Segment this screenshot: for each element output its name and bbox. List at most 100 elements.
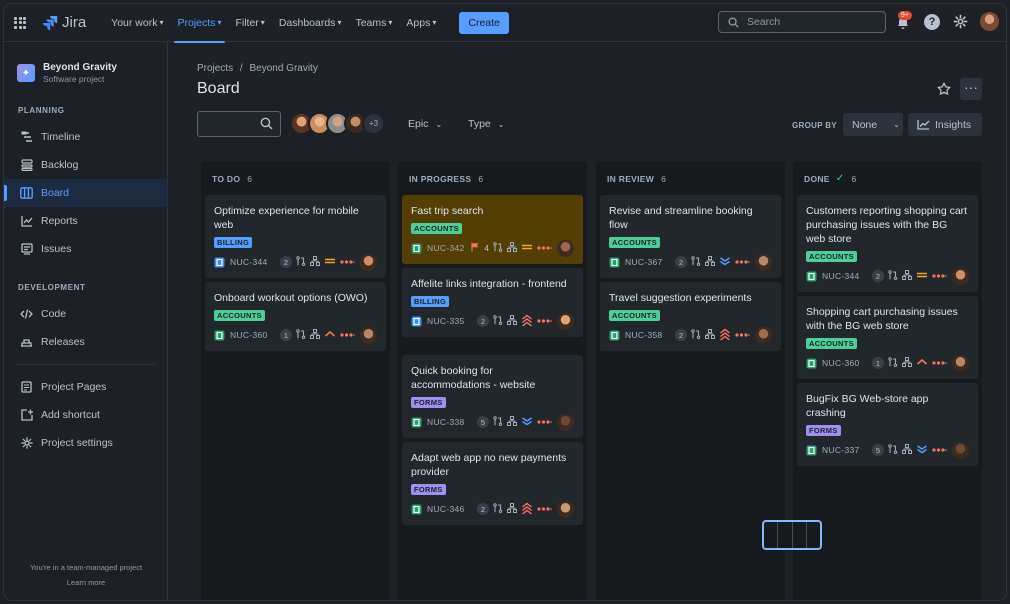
type-filter[interactable]: Type ⌄: [468, 114, 504, 134]
issue-key[interactable]: NUC-360: [230, 330, 268, 340]
story-points-badge: 2: [872, 270, 884, 282]
issue-key[interactable]: NUC-337: [822, 445, 860, 455]
breadcrumb-projects-link[interactable]: Projects: [197, 63, 233, 74]
issue-key[interactable]: NUC-344: [230, 257, 268, 267]
issue-card[interactable]: BugFix BG Web-store app crashing FORMS NUC…: [797, 383, 978, 466]
create-button[interactable]: Create: [459, 11, 509, 34]
subtasks-icon: [507, 315, 517, 327]
issue-key[interactable]: NUC-367: [625, 257, 663, 267]
group-by-select[interactable]: None ⌄: [843, 113, 903, 136]
priority-lowest-icon: [719, 256, 731, 268]
issue-card[interactable]: Customers reporting shopping cart purcha…: [797, 195, 978, 292]
status-dots-icon: [537, 316, 552, 326]
issue-card[interactable]: Adapt web app no new payments provider FO…: [402, 442, 583, 525]
epic-tag: ACCOUNTS: [806, 338, 857, 349]
status-dots-icon: [340, 330, 355, 340]
nav-label: Projects: [177, 16, 216, 29]
issue-key[interactable]: NUC-342: [427, 243, 465, 253]
nav-apps[interactable]: Apps ▾: [399, 4, 443, 42]
card-title: Travel suggestion experiments: [609, 292, 752, 304]
assignee-avatar[interactable]: [360, 326, 377, 344]
sidebar-item-board[interactable]: Board: [4, 179, 167, 207]
assignee-avatar[interactable]: [755, 253, 772, 271]
project-name: Beyond Gravity: [43, 62, 117, 73]
insights-button[interactable]: Insights: [908, 113, 982, 136]
assignee-avatar[interactable]: [557, 500, 574, 518]
global-search-input[interactable]: Search: [718, 11, 886, 33]
issue-card[interactable]: Travel suggestion experiments ACCOUNTS NUC…: [600, 282, 781, 351]
issue-card[interactable]: Fast trip search ACCOUNTS NUC-342 4: [402, 195, 583, 264]
story-type-icon: [806, 358, 817, 368]
jira-logo[interactable]: Jira: [42, 14, 86, 31]
story-type-icon: [411, 504, 422, 514]
issue-card[interactable]: Shopping cart purchasing issues with the…: [797, 296, 978, 379]
issue-card[interactable]: Affelite links integration - frontend BIL…: [402, 268, 583, 337]
issue-key[interactable]: NUC-346: [427, 504, 465, 514]
planning-section-label: PLANNING: [18, 106, 65, 115]
pull-request-icon: [691, 256, 701, 268]
project-header[interactable]: ✦ Beyond Gravity Software project: [17, 62, 167, 84]
story-points-badge: 5: [477, 416, 489, 428]
more-actions-icon[interactable]: ···: [960, 78, 982, 100]
breadcrumb-project-link[interactable]: Beyond Gravity: [249, 63, 317, 74]
nav-teams[interactable]: Teams ▾: [348, 4, 399, 42]
assignee-avatar[interactable]: [557, 312, 574, 330]
epic-filter-label: Epic: [408, 118, 429, 130]
assignee-avatar[interactable]: [952, 441, 969, 459]
nav-filter[interactable]: Filter ▾: [228, 4, 271, 42]
assignee-avatar[interactable]: [755, 326, 772, 344]
sidebar-item-label: Code: [41, 308, 67, 320]
sidebar-item-issues[interactable]: Issues: [4, 235, 167, 263]
star-icon[interactable]: [937, 82, 953, 98]
nav-dashboards[interactable]: Dashboards ▾: [272, 4, 349, 42]
issue-key[interactable]: NUC-360: [822, 358, 860, 368]
more-assignees-avatar[interactable]: +3: [362, 112, 385, 135]
nav-your-work[interactable]: Your work ▾: [104, 4, 170, 42]
epic-tag: ACCOUNTS: [411, 223, 462, 234]
app-switcher-icon[interactable]: [14, 16, 26, 29]
sidebar-item-label: Releases: [41, 336, 85, 348]
issue-card[interactable]: Revise and streamline booking flow ACCOUN…: [600, 195, 781, 278]
settings-gear-icon[interactable]: [952, 14, 968, 30]
sidebar-item-backlog[interactable]: Backlog: [4, 151, 167, 179]
issue-card[interactable]: Quick booking for accommodations - websi…: [402, 355, 583, 438]
pages-icon: [20, 381, 33, 394]
epic-filter[interactable]: Epic ⌄: [408, 114, 442, 134]
pull-request-icon: [296, 329, 306, 341]
sidebar-item-reports[interactable]: Reports: [4, 207, 167, 235]
sidebar-item-timeline[interactable]: Timeline: [4, 123, 167, 151]
board-layout-panel[interactable]: [762, 520, 822, 550]
priority-highest-icon: [521, 502, 533, 516]
assignee-avatar[interactable]: [557, 239, 574, 257]
sidebar-item-project-pages[interactable]: Project Pages: [4, 373, 167, 401]
issue-card[interactable]: Optimize experience for mobile web BILLIN…: [205, 195, 386, 278]
card-meta: 5: [872, 441, 969, 459]
issue-key[interactable]: NUC-358: [625, 330, 663, 340]
nav-projects[interactable]: Projects ▾: [171, 4, 229, 43]
story-type-icon: [609, 330, 620, 340]
user-avatar[interactable]: [980, 12, 999, 31]
assignee-avatar[interactable]: [952, 267, 969, 285]
help-icon[interactable]: ?: [924, 13, 940, 30]
sidebar-item-add-shortcut[interactable]: Add shortcut: [4, 401, 167, 429]
board-search-input[interactable]: [197, 111, 281, 137]
card-footer: NUC-360 1: [214, 325, 377, 345]
assignee-avatar[interactable]: [557, 413, 574, 431]
column-title: IN REVIEW: [607, 173, 655, 184]
sidebar-item-releases[interactable]: Releases: [4, 328, 167, 356]
notifications-button[interactable]: 9+: [896, 10, 912, 30]
nav-label: Teams: [355, 16, 387, 29]
assignee-avatar[interactable]: [360, 253, 377, 271]
card-footer: NUC-337 5: [806, 440, 969, 460]
assignee-avatar[interactable]: [952, 354, 969, 372]
sidebar-item-code[interactable]: Code: [4, 300, 167, 328]
issue-card[interactable]: Onboard workout options (OWO) ACCOUNTS NUC…: [205, 282, 386, 351]
learn-more-link[interactable]: Learn more: [4, 575, 168, 590]
story-type-icon: [609, 257, 620, 267]
pull-request-icon: [691, 329, 701, 341]
status-dots-icon: [735, 257, 750, 267]
issue-key[interactable]: NUC-335: [427, 316, 465, 326]
issue-key[interactable]: NUC-344: [822, 271, 860, 281]
sidebar-item-project-settings[interactable]: Project settings: [4, 429, 167, 457]
issue-key[interactable]: NUC-338: [427, 417, 465, 427]
